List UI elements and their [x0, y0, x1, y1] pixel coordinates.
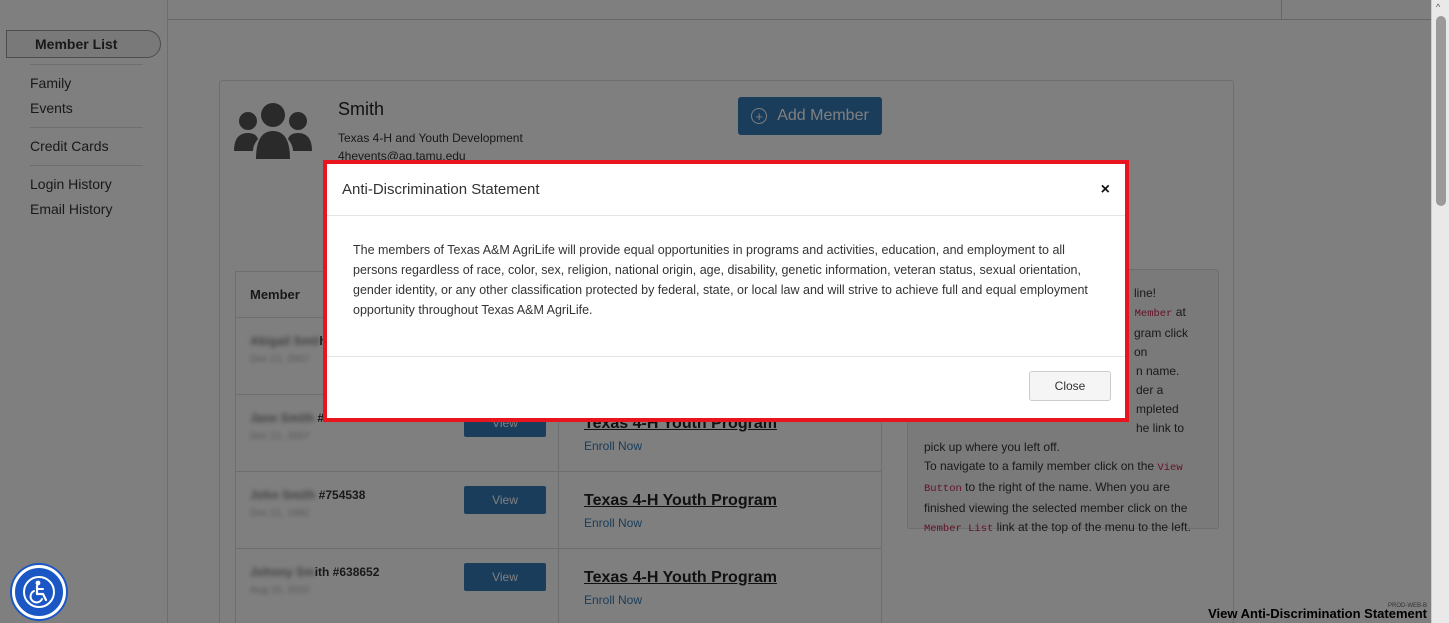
scroll-up-arrow-icon[interactable]: ^ [1436, 2, 1440, 12]
modal-header: Anti-Discrimination Statement × [327, 164, 1125, 216]
page-scrollbar[interactable]: ^ [1431, 0, 1449, 623]
modal-body: The members of Texas A&M AgriLife will p… [327, 216, 1125, 357]
close-icon[interactable]: × [1101, 181, 1110, 199]
wheelchair-icon [23, 576, 55, 608]
scroll-thumb[interactable] [1436, 16, 1446, 206]
anti-discrimination-modal: Anti-Discrimination Statement × The memb… [323, 160, 1129, 422]
modal-footer: Close [327, 357, 1125, 415]
close-button[interactable]: Close [1029, 371, 1111, 401]
modal-title: Anti-Discrimination Statement [342, 181, 540, 198]
anti-discrimination-footer-link[interactable]: View Anti-Discrimination Statement [1208, 606, 1427, 621]
accessibility-button[interactable] [12, 565, 66, 619]
